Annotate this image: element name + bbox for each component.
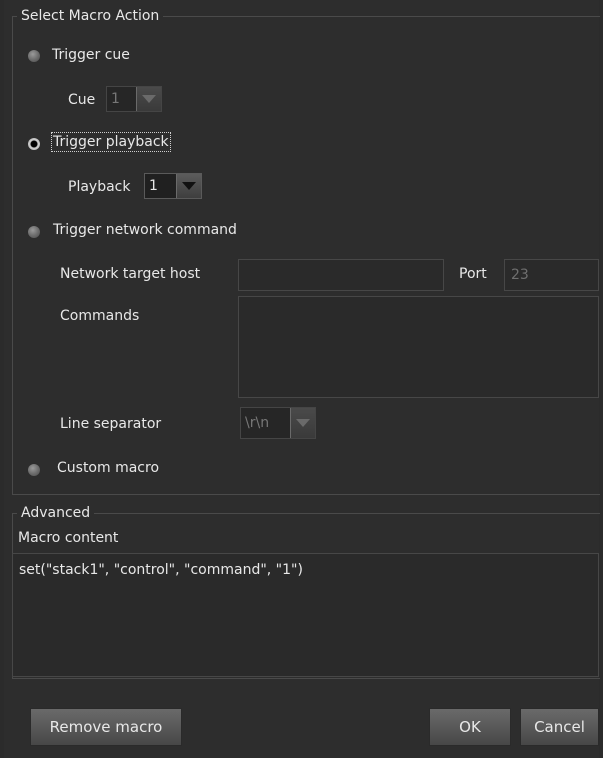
- macro-content-textarea[interactable]: set("stack1", "control", "command", "1"): [12, 553, 599, 677]
- playback-dropdown-button[interactable]: [176, 174, 201, 198]
- cue-select[interactable]: 1: [106, 86, 162, 112]
- cue-select-value: 1: [111, 91, 120, 107]
- port-input[interactable]: 23: [504, 259, 599, 291]
- line-separator-select[interactable]: \r\n: [240, 407, 316, 439]
- commands-label: Commands: [60, 308, 140, 324]
- trigger-network-label[interactable]: Trigger network command: [53, 222, 237, 238]
- select-macro-action-legend: Select Macro Action: [21, 8, 160, 24]
- ok-button[interactable]: OK: [429, 708, 511, 746]
- network-host-input[interactable]: [238, 259, 444, 291]
- cancel-button[interactable]: Cancel: [520, 708, 599, 746]
- trigger-playback-radio[interactable]: [28, 138, 40, 150]
- cue-dropdown-button[interactable]: [136, 87, 161, 111]
- custom-macro-label[interactable]: Custom macro: [57, 460, 159, 476]
- line-separator-dropdown-button[interactable]: [290, 408, 315, 438]
- playback-select-value: 1: [149, 178, 158, 194]
- network-host-label: Network target host: [60, 266, 201, 282]
- macro-content-text: set("stack1", "control", "command", "1"): [19, 562, 303, 578]
- line-separator-value: \r\n: [245, 415, 270, 431]
- trigger-cue-radio[interactable]: [28, 50, 40, 62]
- remove-macro-button[interactable]: Remove macro: [30, 708, 182, 746]
- trigger-network-radio[interactable]: [28, 226, 40, 238]
- macro-content-label: Macro content: [18, 530, 119, 546]
- advanced-legend: Advanced: [21, 505, 91, 521]
- trigger-playback-label[interactable]: Trigger playback: [51, 132, 171, 152]
- line-separator-label: Line separator: [60, 416, 162, 432]
- commands-textarea[interactable]: [238, 296, 599, 398]
- chevron-down-icon: [296, 419, 310, 427]
- chevron-down-icon: [142, 95, 156, 103]
- chevron-down-icon: [182, 182, 196, 190]
- playback-select[interactable]: 1: [144, 173, 202, 199]
- cue-label: Cue: [68, 92, 96, 108]
- trigger-cue-label[interactable]: Trigger cue: [52, 47, 130, 63]
- port-label: Port: [459, 266, 487, 282]
- custom-macro-radio[interactable]: [28, 464, 40, 476]
- macro-action-dialog: Select Macro Action Trigger cue Cue 1 Tr…: [4, 0, 600, 758]
- playback-label: Playback: [68, 179, 131, 195]
